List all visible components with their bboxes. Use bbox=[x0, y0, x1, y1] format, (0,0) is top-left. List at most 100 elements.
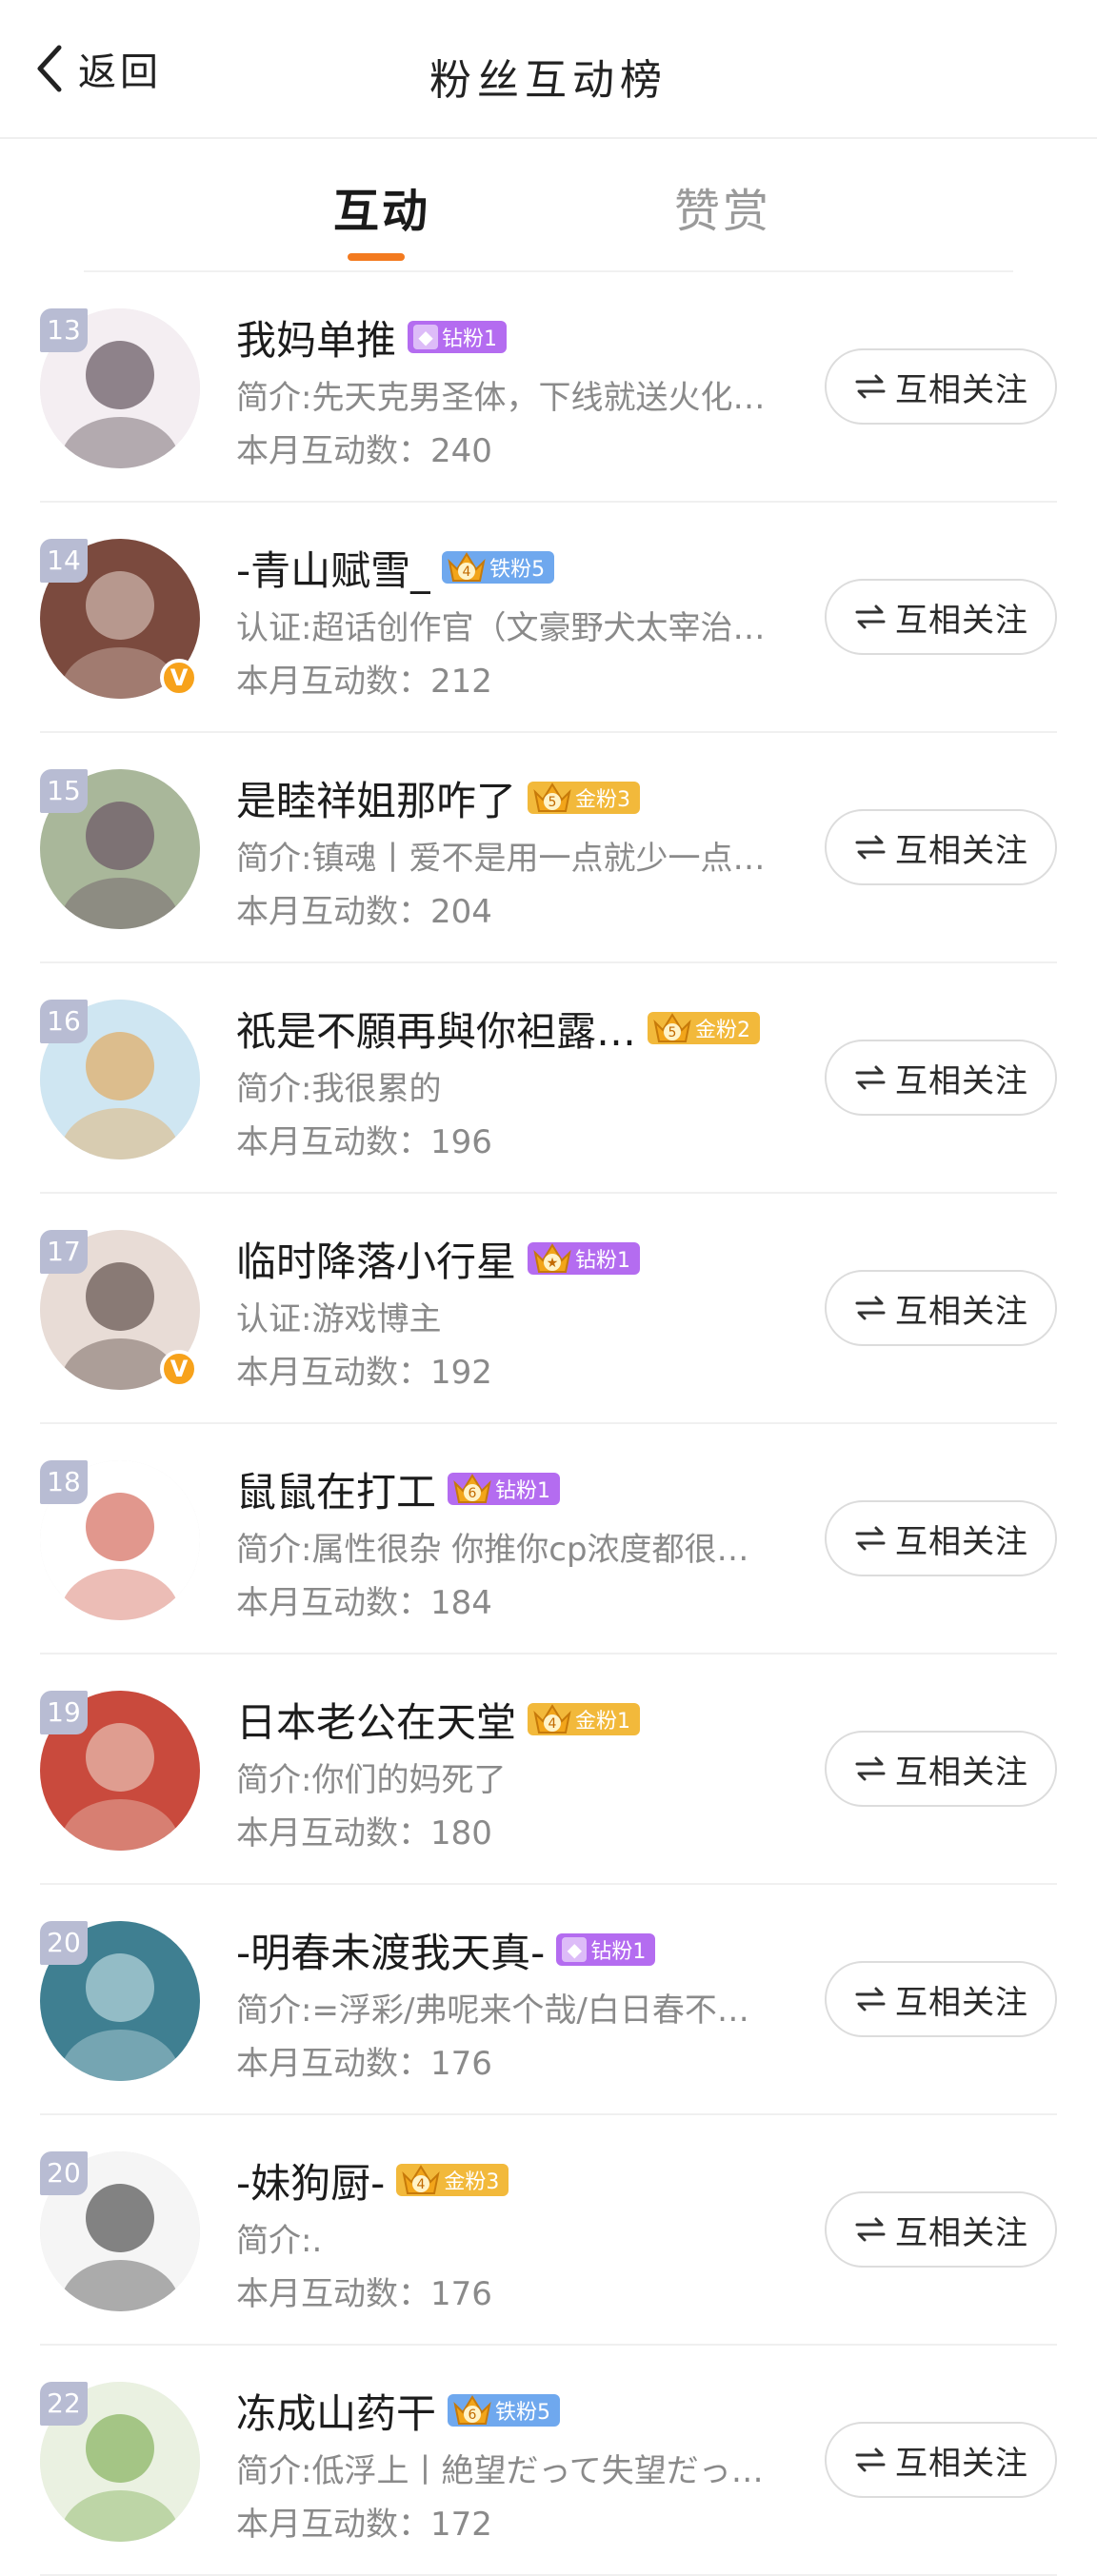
list-item[interactable]: 13 我妈单推 ◆ 钻粉1 简介:先天克男圣体，下线就送火化… 本月互动数：24… bbox=[40, 272, 1057, 503]
crown-level: 6 bbox=[469, 2408, 477, 2423]
tab-interaction[interactable]: 互动 bbox=[333, 173, 430, 240]
list-item[interactable]: 17 V 临时降落小行星 ★ 钻粉1 认证:游戏博主 本月互动数：192 互相关… bbox=[40, 1194, 1057, 1424]
avatar-container[interactable]: 16 bbox=[40, 1000, 200, 1159]
list-item[interactable]: 20 -明春未渡我天真- ◆ 钻粉1 简介:=浮彩/弗呢来个哉/白日春不… 本月… bbox=[40, 1885, 1057, 2115]
user-info: 祇是不願再與你袒露… 5 金粉2 简介:我很累的 本月互动数：196 bbox=[236, 998, 846, 1169]
swap-arrows-icon bbox=[855, 2217, 886, 2242]
user-name[interactable]: 是睦祥姐那咋了 bbox=[236, 769, 516, 827]
name-line: -明春未渡我天真- ◆ 钻粉1 bbox=[236, 1919, 846, 1980]
fan-level-badge: 4 金粉1 bbox=[528, 1703, 641, 1735]
crown-icon: 4 bbox=[533, 1704, 571, 1734]
mutual-follow-label: 互相关注 bbox=[895, 1061, 1028, 1100]
fan-level-label: 钻粉1 bbox=[590, 1940, 647, 1964]
mutual-follow-button[interactable]: 互相关注 bbox=[825, 1270, 1057, 1346]
user-name[interactable]: -青山赋雪_ bbox=[236, 539, 430, 597]
avatar-container[interactable]: 14 V bbox=[40, 539, 200, 699]
list-item[interactable]: 18 鼠鼠在打工 6 钻粉1 简介:属性很杂 你推你cp浓度都很… 本月互动数：… bbox=[40, 1424, 1057, 1655]
user-info: -明春未渡我天真- ◆ 钻粉1 简介:=浮彩/弗呢来个哉/白日春不… 本月互动数… bbox=[236, 1919, 846, 2091]
avatar-container[interactable]: 15 bbox=[40, 769, 200, 929]
user-name[interactable]: 我妈单推 bbox=[236, 308, 396, 367]
fan-level-label: 金粉3 bbox=[575, 788, 631, 812]
swap-arrows-icon bbox=[855, 604, 886, 629]
mutual-follow-button[interactable]: 互相关注 bbox=[825, 1500, 1057, 1576]
user-name[interactable]: 冻成山药干 bbox=[236, 2382, 436, 2440]
mutual-follow-button[interactable]: 互相关注 bbox=[825, 1961, 1057, 2037]
avatar-container[interactable]: 18 bbox=[40, 1460, 200, 1620]
user-description: 简介:镇魂丨爱不是用一点就少一点… bbox=[236, 840, 766, 878]
crown-level: 4 bbox=[463, 565, 471, 580]
interaction-count: 本月互动数：212 bbox=[236, 663, 492, 701]
user-name[interactable]: 日本老公在天堂 bbox=[236, 1691, 516, 1749]
user-info: -妹狗厨- 4 金粉3 简介:. 本月互动数：176 bbox=[236, 2150, 846, 2321]
interaction-count: 本月互动数：176 bbox=[236, 2275, 492, 2313]
mutual-follow-label: 互相关注 bbox=[895, 1753, 1028, 1792]
fan-level-badge: 5 金粉2 bbox=[648, 1012, 761, 1044]
mutual-follow-label: 互相关注 bbox=[895, 601, 1028, 640]
mutual-follow-button[interactable]: 互相关注 bbox=[825, 1040, 1057, 1116]
name-line: 是睦祥姐那咋了 5 金粉3 bbox=[236, 767, 846, 828]
fan-level-badge: 5 金粉3 bbox=[528, 782, 641, 814]
user-name[interactable]: -妹狗厨- bbox=[236, 2151, 385, 2209]
mutual-follow-label: 互相关注 bbox=[895, 1292, 1028, 1331]
crown-level: 6 bbox=[469, 1486, 477, 1501]
fan-level-badge: 6 钻粉1 bbox=[448, 1473, 561, 1505]
name-line: 鼠鼠在打工 6 钻粉1 bbox=[236, 1458, 846, 1519]
mutual-follow-button[interactable]: 互相关注 bbox=[825, 1731, 1057, 1807]
list-item[interactable]: 14 V -青山赋雪_ 4 铁粉5 认证:超话创作官（文豪野犬太宰治… 本月互动… bbox=[40, 503, 1057, 733]
swap-arrows-icon bbox=[855, 374, 886, 399]
mutual-follow-button[interactable]: 互相关注 bbox=[825, 348, 1057, 425]
swap-arrows-icon bbox=[855, 1987, 886, 2011]
page-title: 粉丝互动榜 bbox=[429, 56, 668, 105]
name-line: 我妈单推 ◆ 钻粉1 bbox=[236, 307, 846, 367]
user-description: 简介:先天克男圣体，下线就送火化… bbox=[236, 379, 766, 417]
list-item[interactable]: 15 是睦祥姐那咋了 5 金粉3 简介:镇魂丨爱不是用一点就少一点… 本月互动数… bbox=[40, 733, 1057, 963]
user-name[interactable]: 祇是不願再與你袒露… bbox=[236, 1000, 636, 1058]
mutual-follow-button[interactable]: 互相关注 bbox=[825, 2422, 1057, 2498]
crown-level: 4 bbox=[548, 1716, 557, 1732]
avatar-container[interactable]: 20 bbox=[40, 2151, 200, 2311]
mutual-follow-button[interactable]: 互相关注 bbox=[825, 809, 1057, 885]
fan-level-label: 钻粉1 bbox=[575, 1249, 631, 1273]
mutual-follow-label: 互相关注 bbox=[895, 1983, 1028, 2022]
avatar-container[interactable]: 17 V bbox=[40, 1230, 200, 1390]
verified-icon: V bbox=[160, 659, 198, 697]
list-item[interactable]: 16 祇是不願再與你袒露… 5 金粉2 简介:我很累的 本月互动数：196 互相… bbox=[40, 963, 1057, 1194]
interaction-count: 本月互动数：184 bbox=[236, 1584, 492, 1622]
tab-reward[interactable]: 赞赏 bbox=[674, 173, 771, 240]
mutual-follow-button[interactable]: 互相关注 bbox=[825, 579, 1057, 655]
crown-icon: 5 bbox=[653, 1013, 691, 1042]
mutual-follow-label: 互相关注 bbox=[895, 1522, 1028, 1561]
user-name[interactable]: 鼠鼠在打工 bbox=[236, 1460, 436, 1518]
mutual-follow-label: 互相关注 bbox=[895, 831, 1028, 870]
swap-arrows-icon bbox=[855, 1065, 886, 1090]
rank-badge: 18 bbox=[40, 1460, 88, 1504]
user-name[interactable]: -明春未渡我天真- bbox=[236, 1921, 545, 1979]
user-name[interactable]: 临时降落小行星 bbox=[236, 1230, 516, 1288]
avatar-container[interactable]: 20 bbox=[40, 1921, 200, 2081]
user-description: 认证:超话创作官（文豪野犬太宰治… bbox=[236, 609, 766, 647]
rank-badge: 22 bbox=[40, 2382, 88, 2426]
mutual-follow-button[interactable]: 互相关注 bbox=[825, 2191, 1057, 2268]
mutual-follow-label: 互相关注 bbox=[895, 370, 1028, 409]
avatar-container[interactable]: 19 bbox=[40, 1691, 200, 1851]
interaction-count: 本月互动数：192 bbox=[236, 1354, 492, 1392]
crown-level: 5 bbox=[668, 1025, 677, 1040]
fan-level-badge: 4 金粉3 bbox=[396, 2164, 509, 2196]
rank-badge: 17 bbox=[40, 1230, 88, 1274]
list-item[interactable]: 22 冻成山药干 6 铁粉5 简介:低浮上丨絶望だって失望だっ… 本月互动数：1… bbox=[40, 2346, 1057, 2576]
list-item[interactable]: 20 -妹狗厨- 4 金粉3 简介:. 本月互动数：176 互相关注 bbox=[40, 2115, 1057, 2346]
user-info: 临时降落小行星 ★ 钻粉1 认证:游戏博主 本月互动数：192 bbox=[236, 1228, 846, 1399]
name-line: 祇是不願再與你袒露… 5 金粉2 bbox=[236, 998, 846, 1059]
fan-level-label: 金粉1 bbox=[575, 1710, 631, 1734]
swap-arrows-icon bbox=[855, 835, 886, 860]
rank-badge: 15 bbox=[40, 769, 88, 813]
rank-badge: 20 bbox=[40, 2151, 88, 2195]
fan-level-badge: ◆ 钻粉1 bbox=[408, 321, 508, 353]
crown-icon: 6 bbox=[453, 1474, 491, 1503]
fan-level-badge: ★ 钻粉1 bbox=[528, 1242, 641, 1275]
list-item[interactable]: 19 日本老公在天堂 4 金粉1 简介:你们的妈死了 本月互动数：180 互相关… bbox=[40, 1655, 1057, 1885]
user-info: 冻成山药干 6 铁粉5 简介:低浮上丨絶望だって失望だっ… 本月互动数：172 bbox=[236, 2380, 846, 2551]
user-description: 简介:我很累的 bbox=[236, 1070, 442, 1108]
avatar-container[interactable]: 22 bbox=[40, 2382, 200, 2542]
avatar-container[interactable]: 13 bbox=[40, 308, 200, 468]
